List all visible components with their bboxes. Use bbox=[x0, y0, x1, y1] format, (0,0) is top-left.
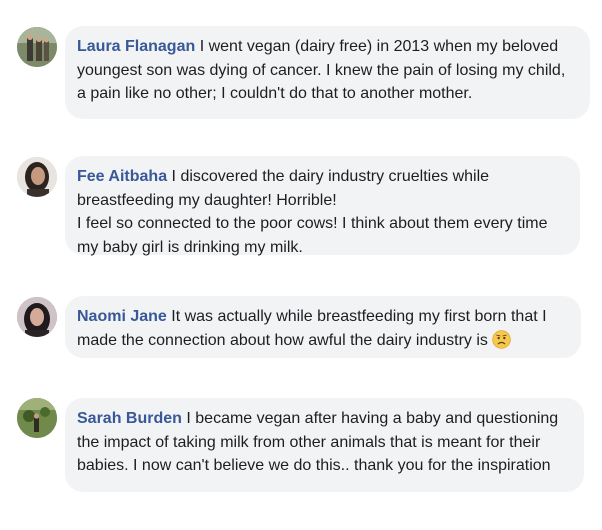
commenter-name-link[interactable]: Fee Aitbaha bbox=[77, 168, 167, 185]
commenter-name-link[interactable]: Sarah Burden bbox=[77, 410, 182, 427]
commenter-name-link[interactable]: Laura Flanagan bbox=[77, 38, 195, 55]
comment-bubble: Laura Flanagan I went vegan (dairy free)… bbox=[65, 26, 590, 119]
avatar-field-scene-icon bbox=[17, 398, 57, 438]
avatar-woman-dark-hair-icon bbox=[17, 297, 57, 337]
avatar-outdoor-group-icon bbox=[17, 27, 57, 67]
avatar-woman-portrait-icon bbox=[17, 157, 57, 197]
comment-item: Laura Flanagan I went vegan (dairy free)… bbox=[0, 0, 602, 130]
avatar[interactable] bbox=[17, 27, 57, 67]
comment-item: Naomi Jane It was actually while breastf… bbox=[0, 280, 602, 380]
avatar[interactable] bbox=[17, 297, 57, 337]
comment-item: Sarah Burden I became vegan after having… bbox=[0, 385, 602, 530]
avatar[interactable] bbox=[17, 157, 57, 197]
comment-item: Fee Aitbaha I discovered the dairy indus… bbox=[0, 140, 602, 270]
worried-face-emoji-icon bbox=[492, 329, 511, 349]
comment-bubble: Naomi Jane It was actually while breastf… bbox=[65, 296, 581, 358]
commenter-name-link[interactable]: Naomi Jane bbox=[77, 308, 167, 325]
comment-bubble: Fee Aitbaha I discovered the dairy indus… bbox=[65, 156, 580, 256]
comment-bubble: Sarah Burden I became vegan after having… bbox=[65, 398, 584, 492]
avatar[interactable] bbox=[17, 398, 57, 438]
